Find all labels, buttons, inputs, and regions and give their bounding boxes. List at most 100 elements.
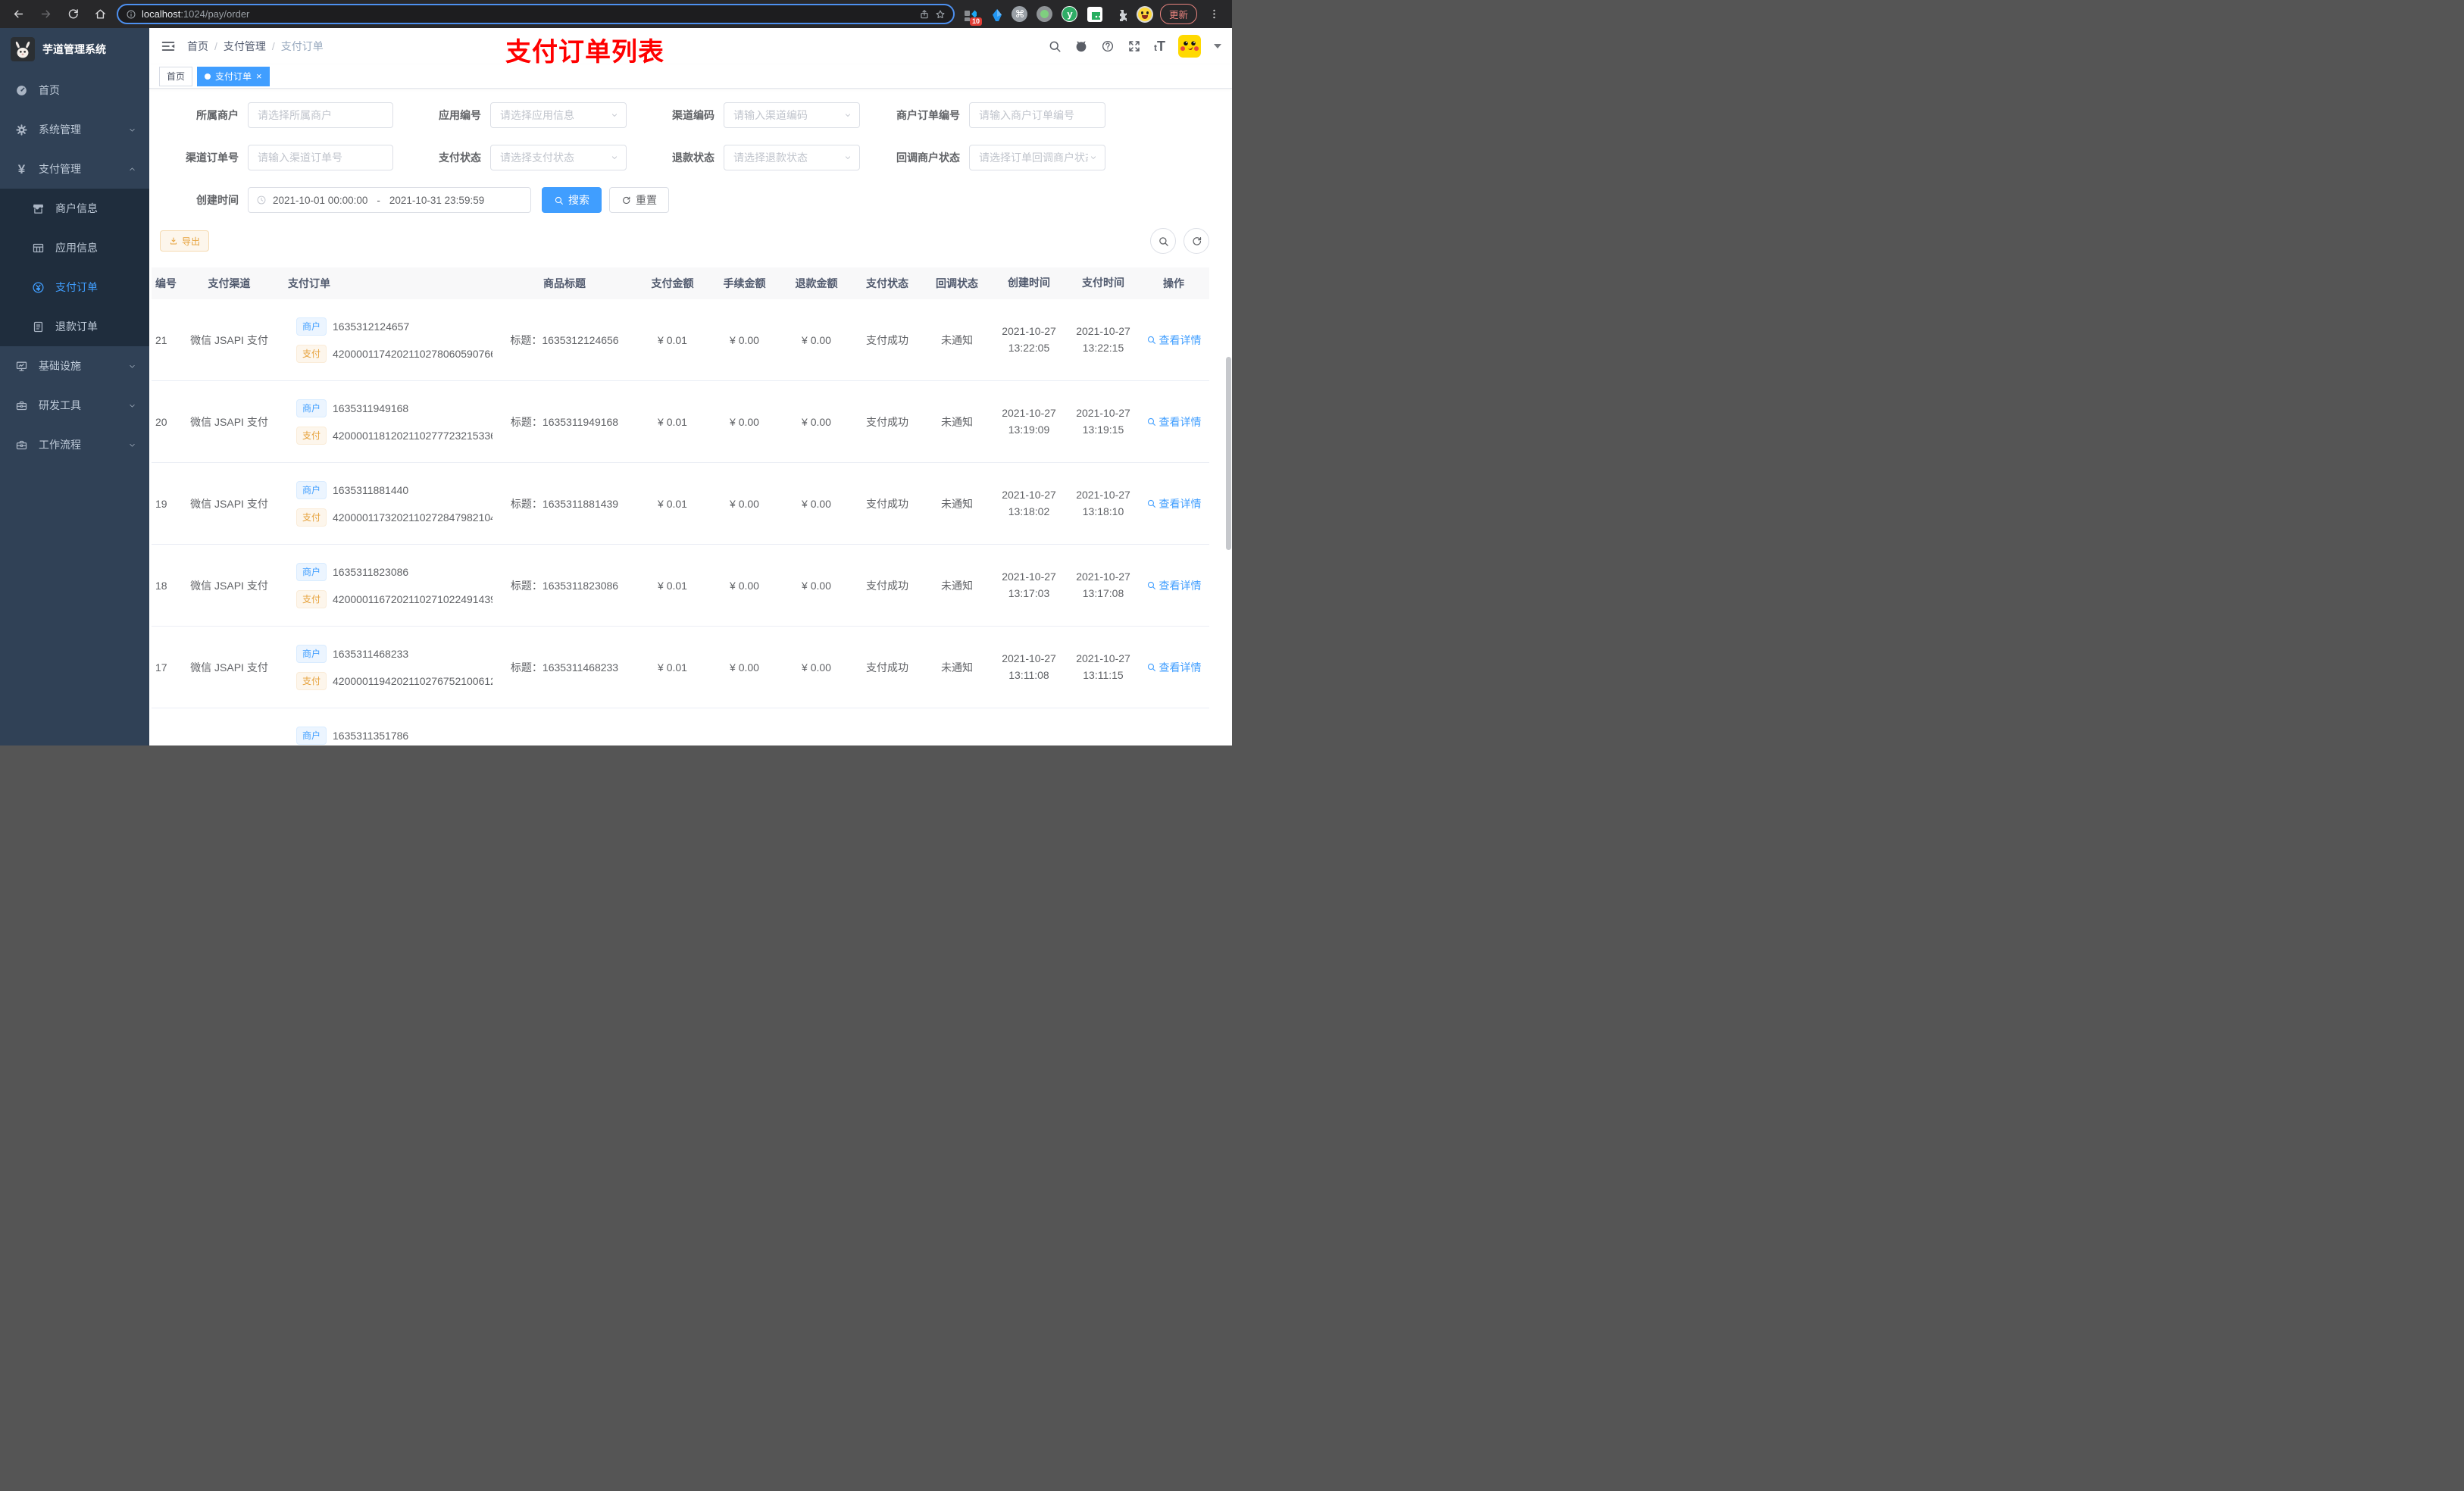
extension-grid-icon[interactable]: 10 (961, 5, 982, 26)
sidebar-item-label: 商户信息 (55, 202, 98, 214)
sidebar-item-merchant-info[interactable]: 商户信息 (0, 189, 149, 228)
sidebar-item-devtools[interactable]: 研发工具 (0, 386, 149, 425)
col-header-fee: 手续金额 (723, 277, 766, 289)
merchant-order-no: 1635311823086 (333, 565, 409, 578)
browser-home-button[interactable] (89, 4, 111, 25)
app-select[interactable]: 请选择应用信息 (490, 102, 627, 128)
main-panel: 首页 / 支付管理 / 支付订单 支付订单列表 tT 首页 支付订单 × 所属商… (149, 28, 1232, 746)
browser-menu-kebab-icon[interactable] (1203, 4, 1224, 25)
merchant-select-input[interactable] (248, 102, 393, 128)
collapse-sidebar-icon[interactable] (160, 38, 177, 55)
field-label: 回调商户状态 (896, 152, 960, 164)
magnifier-icon (1146, 662, 1156, 672)
cell-created: 2021-10-27 13:17:03 (1002, 570, 1056, 599)
cell-title: 标题：1635311949168 (510, 415, 619, 428)
breadcrumb-payment[interactable]: 支付管理 (224, 39, 266, 54)
tag-pay-order-active[interactable]: 支付订单 × (197, 66, 270, 86)
site-info-icon[interactable] (126, 9, 136, 20)
pay-order-no: 4200001174202110278060590766 (333, 347, 492, 360)
toggle-search-button[interactable] (1150, 228, 1176, 254)
extension-y-icon[interactable]: y (1061, 5, 1079, 23)
extension-emoji-icon[interactable] (1136, 5, 1154, 23)
cell-pay-order: 商户 1635312124657 支付 4200001174202110278060… (277, 317, 492, 363)
cell-notify: 未通知 (941, 661, 973, 674)
merchant-tag-badge: 商户 (296, 562, 327, 581)
cell-status: 支付成功 (866, 415, 908, 428)
refund-status-select[interactable]: 请选择退款状态 (724, 145, 860, 170)
pay-tag-badge: 支付 (296, 589, 327, 608)
extension-kite-icon[interactable] (986, 5, 1004, 23)
monitor-icon (15, 360, 28, 373)
fullscreen-icon[interactable] (1127, 39, 1141, 53)
channel-code-select[interactable]: 请输入渠道编码 (724, 102, 860, 128)
cell-status: 支付成功 (866, 661, 908, 674)
help-icon[interactable] (1101, 39, 1115, 53)
sidebar-item-workflow[interactable]: 工作流程 (0, 425, 149, 464)
share-icon[interactable] (919, 9, 930, 20)
font-size-icon[interactable]: tT (1154, 39, 1165, 53)
sidebar-item-home[interactable]: 首页 (0, 70, 149, 110)
cell-paid: 2021-10-27 13:22:15 (1076, 324, 1130, 354)
tag-home[interactable]: 首页 (159, 66, 193, 86)
browser-back-button[interactable] (8, 4, 29, 25)
user-avatar[interactable] (1178, 35, 1201, 58)
sidebar-item-refund-order[interactable]: 退款订单 (0, 307, 149, 346)
sidebar-item-system[interactable]: 系统管理 (0, 110, 149, 149)
close-icon[interactable]: × (256, 71, 262, 81)
search-button-label: 搜索 (568, 194, 589, 206)
sidebar-item-infrastructure[interactable]: 基础设施 (0, 346, 149, 386)
view-detail-link[interactable]: 查看详情 (1146, 414, 1202, 430)
cell-channel: 微信 JSAPI 支付 (190, 415, 268, 428)
merchant-tag-badge: 商户 (296, 317, 327, 336)
cell-fee: ¥ 0.00 (730, 497, 759, 510)
search-button[interactable]: 搜索 (542, 187, 602, 213)
extension-puzzle-icon[interactable] (1111, 5, 1129, 23)
app-logo: 芋道管理系统 (0, 28, 149, 70)
user-menu-caret-icon[interactable] (1214, 44, 1221, 48)
merchant-order-no: 1635312124657 (333, 320, 410, 333)
field-label: 渠道编码 (672, 109, 714, 121)
cell-status: 支付成功 (866, 497, 908, 510)
cell-actions: 查看详情 (1140, 660, 1207, 675)
magnifier-icon (1146, 580, 1156, 590)
channel-order-no-input[interactable] (248, 145, 393, 170)
cell-amount: ¥ 0.01 (658, 661, 687, 674)
create-time-range-input[interactable]: 2021-10-01 00:00:00 - 2021-10-31 23:59:5… (248, 187, 531, 213)
extension-command-icon[interactable]: ⌘ (1011, 5, 1029, 23)
refresh-table-button[interactable] (1184, 228, 1209, 254)
reset-button[interactable]: 重置 (609, 187, 669, 213)
vertical-scrollbar[interactable] (1226, 357, 1231, 550)
browser-refresh-button[interactable] (62, 4, 83, 25)
field-label: 所属商户 (196, 109, 239, 121)
address-bar[interactable]: localhost:1024/pay/order (117, 4, 955, 24)
view-detail-link[interactable]: 查看详情 (1146, 660, 1202, 675)
extensions-tray: 10 ⌘ y (961, 5, 1154, 26)
export-button[interactable]: 导出 (160, 230, 210, 252)
bookmark-star-icon[interactable] (935, 9, 946, 20)
merchant-order-no-input[interactable] (969, 102, 1105, 128)
search-icon[interactable] (1048, 39, 1062, 53)
browser-forward-button[interactable] (35, 4, 56, 25)
view-detail-link[interactable]: 查看详情 (1146, 578, 1202, 593)
sidebar-item-pay-order[interactable]: 支付订单 (0, 267, 149, 307)
field-label: 创建时间 (196, 194, 239, 206)
extension-record-icon[interactable] (1036, 5, 1054, 23)
cell-channel: 微信 JSAPI 支付 (190, 661, 268, 674)
view-detail-link[interactable]: 查看详情 (1146, 496, 1202, 511)
browser-update-button[interactable]: 更新 (1159, 4, 1197, 24)
document-icon (32, 320, 45, 333)
sidebar-item-payment[interactable]: ¥ 支付管理 (0, 149, 149, 189)
sidebar-item-app-info[interactable]: 应用信息 (0, 228, 149, 267)
view-detail-link[interactable]: 查看详情 (1146, 333, 1202, 348)
pay-status-select[interactable]: 请选择支付状态 (490, 145, 627, 170)
cell-refund: ¥ 0.00 (802, 497, 831, 510)
pay-tag-badge: 支付 (296, 671, 327, 690)
browser-toolbar: localhost:1024/pay/order 10 ⌘ y 更新 (0, 0, 1232, 28)
merchant-order-no: 1635311881440 (333, 483, 409, 496)
breadcrumb-home[interactable]: 首页 (187, 39, 208, 54)
notify-status-select[interactable]: 请选择订单回调商户状态 (969, 145, 1105, 170)
github-icon[interactable] (1074, 39, 1088, 53)
extension-chat-icon[interactable] (1086, 5, 1104, 23)
view-detail-label: 查看详情 (1159, 661, 1202, 674)
col-header-notify: 回调状态 (936, 277, 978, 289)
